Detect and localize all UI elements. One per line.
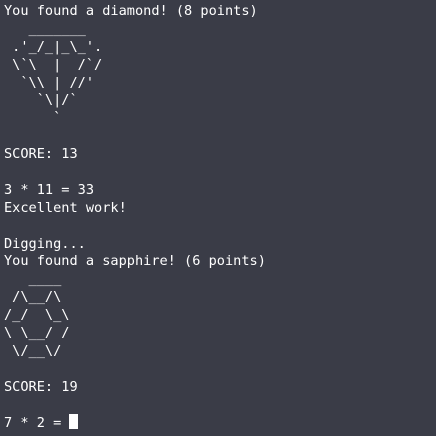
terminal-line: You found a sapphire! (6 points) [4,253,266,270]
ascii-art-diamond: `\\ | //' [4,74,95,91]
ascii-art-sapphire: \ \__/ / [4,325,70,342]
ascii-art-sapphire: \/__\/ [4,342,62,359]
score-line: SCORE: 19 [4,378,78,395]
ascii-art-diamond: `\|/` [4,92,78,109]
terminal-window[interactable]: You found a diamond! (8 points) _______ … [0,0,436,436]
math-answer-line: 3 * 11 = 33 [4,181,95,198]
ascii-art-sapphire: /_/ \_\ [4,307,70,324]
input-prompt-line[interactable]: 7 * 2 = [4,414,436,432]
terminal-cursor[interactable] [69,414,79,430]
math-prompt: 7 * 2 = [4,415,70,432]
ascii-art-diamond: ` [4,110,62,127]
status-line: Digging... [4,235,86,252]
score-line: SCORE: 13 [4,146,78,163]
ascii-art-sapphire: /\__/\ [4,289,62,306]
terminal-line: You found a diamond! (8 points) [4,3,258,19]
ascii-art-diamond: \`\ | /`/ [4,56,103,73]
ascii-art-diamond: .'_/_|_\_'. [4,38,103,55]
ascii-art-diamond: _______ [4,20,86,37]
ascii-art-sapphire: ____ [4,271,62,288]
feedback-line: Excellent work! [4,199,127,216]
